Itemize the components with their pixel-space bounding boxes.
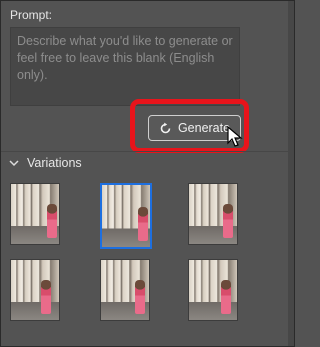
scrollbar[interactable]: [288, 1, 294, 346]
variation-thumbnail[interactable]: [10, 183, 60, 245]
mouse-cursor-icon: [227, 126, 243, 147]
figure-image: [47, 204, 57, 238]
figure-image: [41, 280, 51, 314]
variation-thumbnail-selected[interactable]: [100, 183, 152, 249]
variations-title: Variations: [27, 156, 82, 170]
figure-image: [223, 204, 233, 238]
variation-thumbnail[interactable]: [10, 259, 60, 321]
variation-thumbnail[interactable]: [100, 259, 150, 321]
variations-grid: [10, 183, 278, 333]
chevron-down-icon[interactable]: [9, 159, 19, 167]
variations-header[interactable]: Variations: [9, 156, 82, 170]
figure-image: [138, 207, 148, 241]
section-divider: [1, 151, 288, 152]
variation-thumbnail[interactable]: [188, 259, 238, 321]
figure-image: [221, 280, 231, 314]
figure-image: [135, 280, 145, 314]
generative-fill-panel: Prompt: Describe what you'd like to gene…: [0, 0, 295, 347]
prompt-label: Prompt:: [10, 8, 53, 22]
variation-thumbnail[interactable]: [188, 183, 238, 245]
prompt-input[interactable]: Describe what you'd like to generate or …: [10, 27, 240, 106]
